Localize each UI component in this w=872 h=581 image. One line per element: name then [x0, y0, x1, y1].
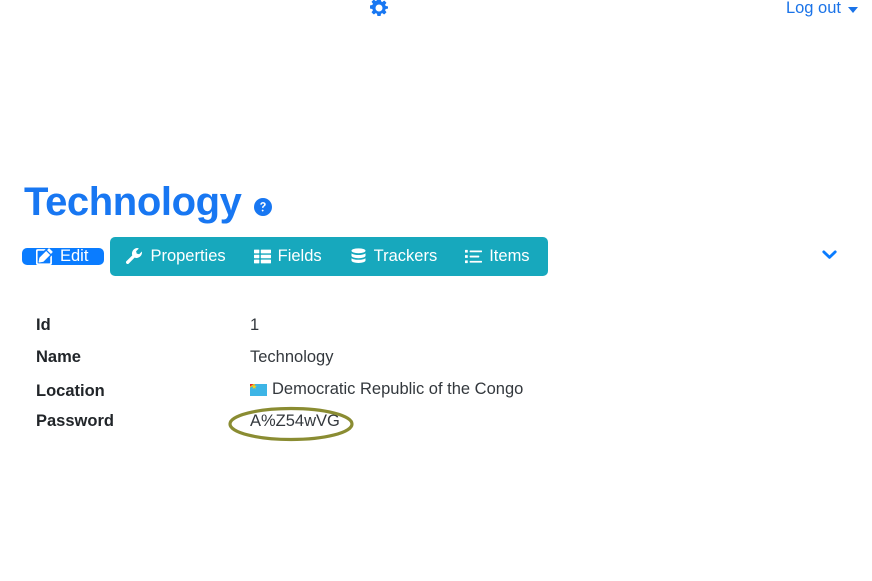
items-button[interactable]: Items [451, 237, 548, 276]
table-columns-icon [253, 248, 271, 265]
entity-toolbar: Edit Properties Fields Trackers Items [22, 237, 850, 276]
settings-gear-button[interactable] [369, 0, 389, 18]
top-bar: Log out [0, 0, 872, 26]
fields-button-label: Fields [277, 247, 322, 266]
edit-button-label: Edit [60, 247, 89, 266]
page-title: Technology [24, 180, 242, 224]
detail-value-location-text: Democratic Republic of the Congo [272, 380, 524, 398]
detail-label-location: Location [36, 381, 105, 400]
detail-row: Id 1 [36, 316, 736, 348]
detail-label-password: Password [36, 412, 114, 430]
detail-value-password: A%Z54wVG [250, 412, 340, 430]
detail-label-id: Id [36, 316, 51, 334]
wrench-icon [126, 248, 143, 265]
detail-label-name: Name [36, 348, 81, 366]
pencil-square-icon [36, 248, 53, 265]
detail-row: Location ★ Democratic Republic of the Co… [36, 380, 736, 412]
detail-value-name: Technology [250, 348, 334, 366]
flag-cd-icon: ★ [250, 383, 267, 396]
logout-label: Log out [785, 0, 841, 17]
properties-button[interactable]: Properties [110, 237, 240, 276]
trackers-button-label: Trackers [373, 247, 438, 266]
caret-down-icon [848, 6, 858, 13]
logout-menu[interactable]: Log out [786, 0, 858, 18]
detail-row: Name Technology [36, 348, 736, 380]
expand-collapse-toggle[interactable] [814, 242, 844, 272]
detail-value-location: ★ Democratic Republic of the Congo [250, 380, 523, 399]
edit-button[interactable]: Edit [22, 247, 105, 266]
gear-icon [369, 0, 389, 18]
database-icon [350, 248, 367, 265]
list-ul-icon [465, 248, 483, 265]
question-circle-icon[interactable] [253, 197, 272, 216]
trackers-button[interactable]: Trackers [335, 237, 452, 276]
properties-button-label: Properties [150, 247, 226, 266]
items-button-label: Items [489, 247, 530, 266]
detail-value-id: 1 [250, 316, 260, 334]
page-header: Technology [24, 182, 272, 222]
detail-row: Password A%Z54wVG [36, 412, 736, 444]
chevron-down-icon [820, 245, 839, 269]
toolbar-button-group: Properties Fields Trackers Items [110, 237, 548, 276]
fields-button[interactable]: Fields [239, 237, 336, 276]
entity-detail-list: Id 1 Name Technology Location ★ Democrat… [36, 316, 736, 444]
